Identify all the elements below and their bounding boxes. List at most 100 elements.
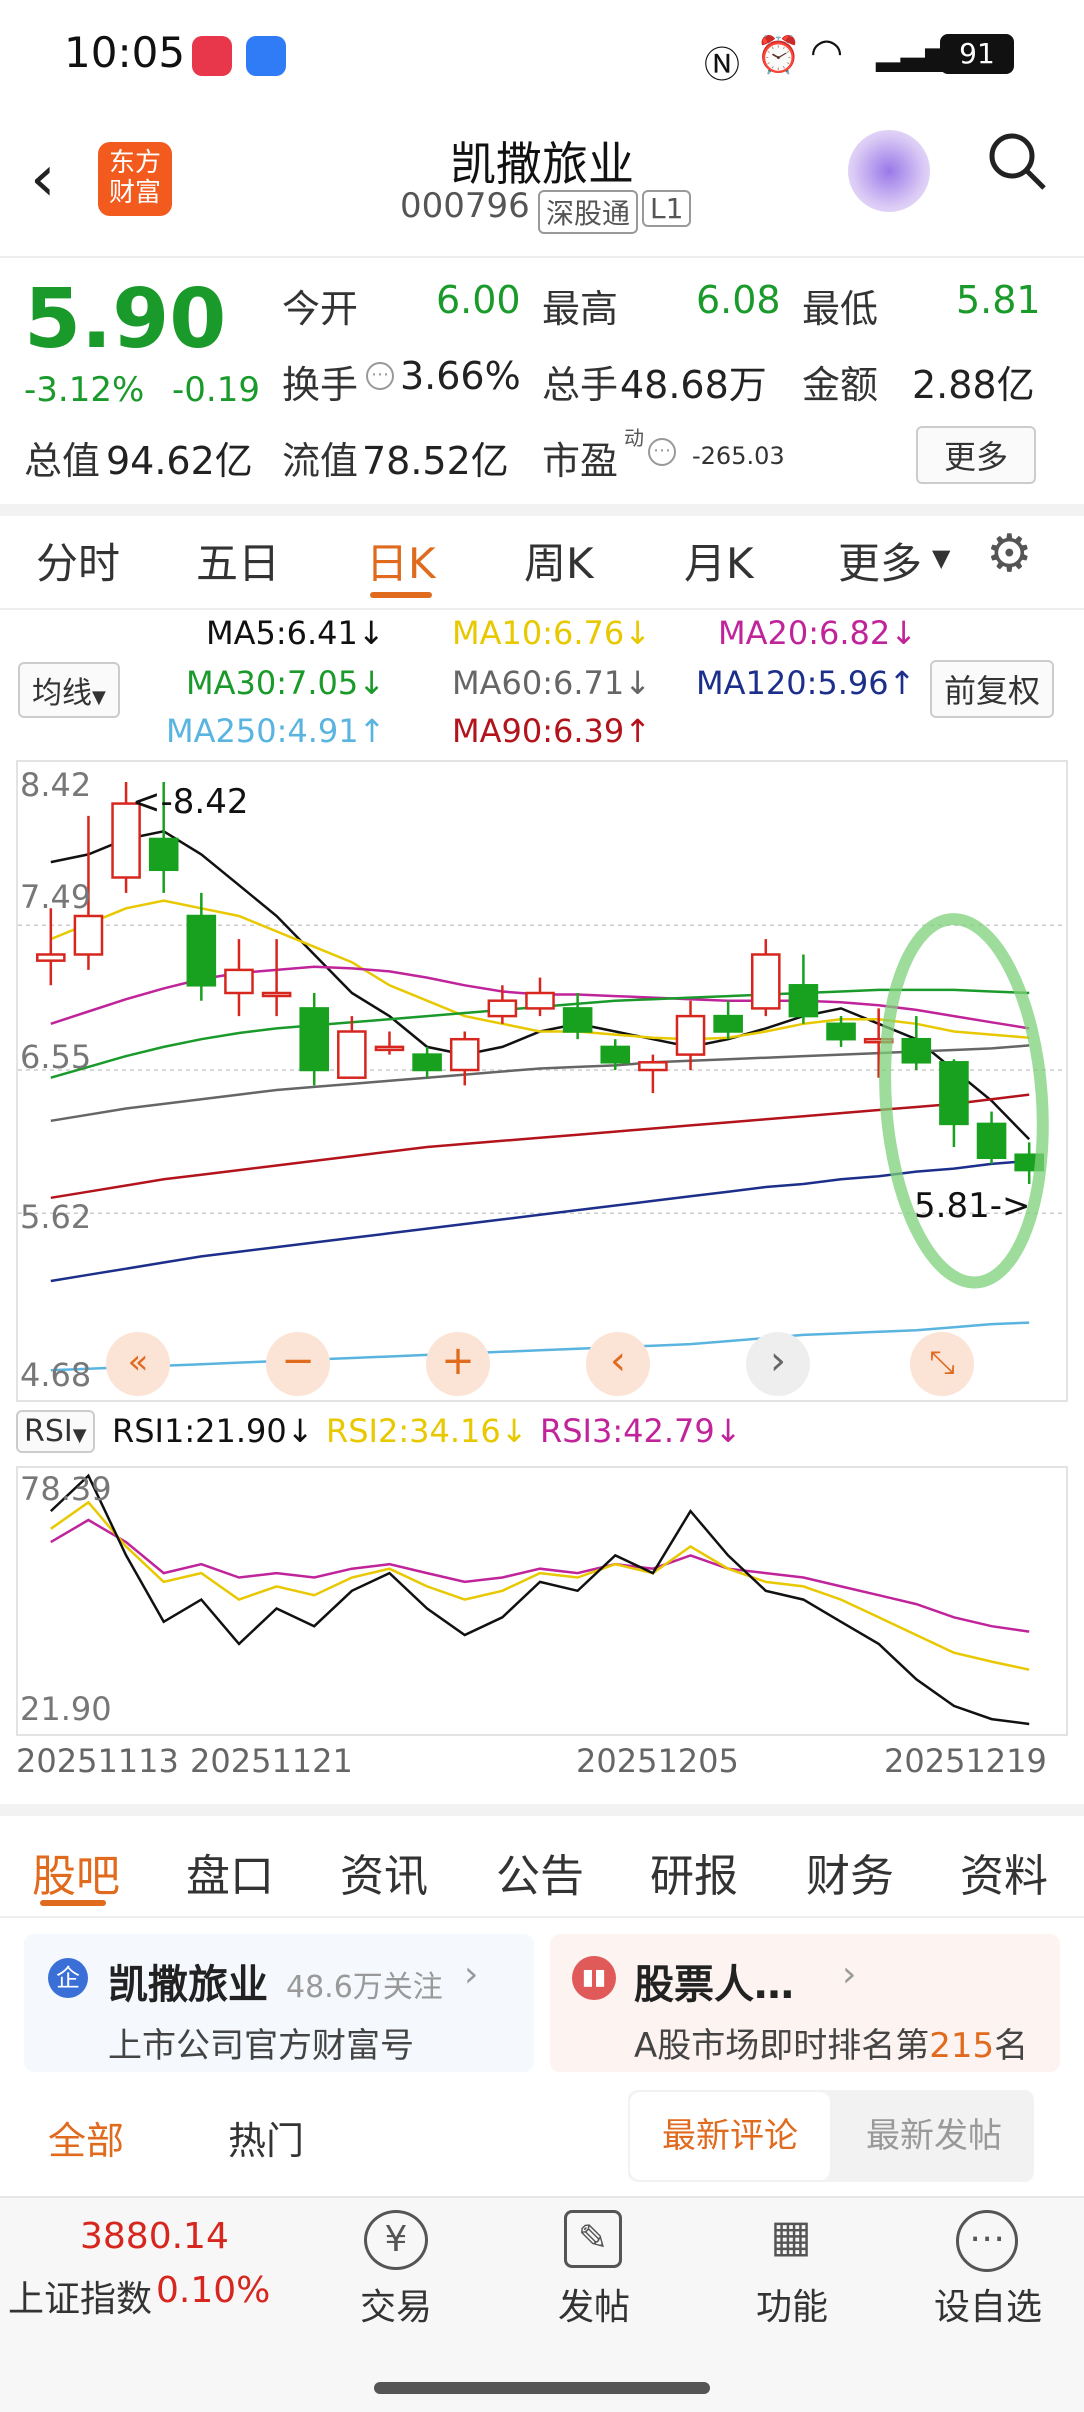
filter-hot[interactable]: 热门 [228, 2110, 304, 2165]
quote-block: 5.90 -3.12% -0.19 今开 6.00 最高 6.08 最低 5.8… [0, 258, 1084, 504]
stock-name: 凯撒旅业 [450, 137, 634, 191]
tab-research[interactable]: 研报 [650, 1840, 738, 1904]
rsi-select[interactable]: RSI▼ [16, 1410, 95, 1453]
tab-more[interactable]: 更多 [838, 530, 922, 591]
kline-plot [18, 782, 1066, 1372]
fullscreen-icon[interactable]: ⤡ [910, 1332, 974, 1396]
volume-label: 总手 [542, 363, 619, 407]
date-label: 20251121 [190, 1742, 353, 1780]
add-watchlist-icon[interactable]: ⋯ [956, 2210, 1018, 2272]
official-subtitle: 上市公司官方财富号 [108, 2026, 414, 2066]
adjust-button[interactable]: 前复权 [930, 660, 1055, 718]
filter-all[interactable]: 全部 [48, 2110, 124, 2165]
candle-body [487, 999, 518, 1018]
app-gallery-icon [192, 36, 232, 76]
rsi-legend: RSI▼ RSI1:21.90↓ RSI2:34.16↓ RSI3:42.79↓ [0, 1408, 1084, 1462]
more-button[interactable]: 更多 [916, 426, 1036, 484]
divider [0, 1916, 1084, 1918]
tab-profile[interactable]: 资料 [960, 1840, 1048, 1904]
index-change: 0.10% [156, 2270, 271, 2311]
pe-info-icon[interactable]: ⋯ [648, 438, 676, 466]
rsi-select-label: RSI [24, 1414, 73, 1449]
tab-daily-k[interactable]: 日K [366, 530, 436, 591]
high-marker: <-8.42 [132, 782, 249, 822]
nfc-icon: Ⓝ [704, 45, 741, 86]
tab-financials[interactable]: 财务 [806, 1840, 894, 1904]
date-label: 20251113 [16, 1742, 179, 1780]
rsi2-line [50, 1500, 1030, 1671]
last-price: 5.90 [24, 272, 227, 367]
trade-icon[interactable]: ¥ [364, 2210, 428, 2270]
filter-row: 全部 热门 最新评论 最新发帖 [0, 2090, 1084, 2190]
ma120-label: MA120:5.96↑ [696, 664, 916, 702]
mcap-value: 94.62亿 [106, 439, 253, 483]
scroll-left-icon[interactable]: ‹ [586, 1332, 650, 1396]
chevron-right-icon: › [842, 1954, 857, 1995]
scroll-right-icon[interactable]: › [746, 1332, 810, 1396]
ranking-prefix: A股市场即时排名第 [634, 2026, 930, 2066]
sort-latest-comment[interactable]: 最新评论 [630, 2092, 830, 2180]
function-icon[interactable]: ▦ [762, 2210, 820, 2268]
date-label: 20251205 [576, 1742, 739, 1780]
date-axis: 20251113 20251121 20251205 20251219 [0, 1740, 1084, 1790]
status-bar: 10:05 Ⓝ ⏰ ◠ ▂▃▅▇ 91 [0, 0, 1084, 110]
candle-body [826, 1022, 856, 1041]
candle-body [939, 1061, 969, 1126]
add-watchlist-label[interactable]: 设自选 [908, 2278, 1068, 2330]
settings-icon[interactable]: ⚙ [986, 524, 1033, 584]
ma60-label: MA60:6.71↓ [452, 664, 652, 702]
caret-icon: ▼ [92, 687, 106, 708]
volume-value: 48.68万 [620, 363, 767, 407]
open-value: 6.00 [436, 278, 521, 322]
candle-body [299, 1007, 330, 1072]
post-label[interactable]: 发帖 [514, 2278, 674, 2330]
tab-weekly-k[interactable]: 周K [524, 530, 594, 591]
candle-body [412, 1053, 442, 1072]
tab-forum[interactable]: 股吧 [32, 1840, 120, 1904]
post-icon[interactable]: ✎ [564, 2210, 622, 2268]
rsi-top-label: 78.39 [20, 1470, 112, 1508]
mcap-label: 总值 [24, 439, 101, 483]
candle-body [148, 837, 179, 872]
function-label[interactable]: 功能 [712, 2278, 872, 2330]
zoom-out-icon[interactable]: − [266, 1332, 330, 1396]
candle-body [750, 953, 781, 1010]
info-icon[interactable]: ⋯ [366, 362, 394, 390]
turnover-label: 换手 [282, 363, 359, 407]
high-value: 6.08 [696, 278, 781, 322]
float-value: 78.52亿 [362, 439, 509, 483]
tab-orderbook[interactable]: 盘口 [186, 1840, 274, 1904]
index-value[interactable]: 3880.14 [80, 2216, 229, 2257]
scroll-left-fast-icon[interactable]: « [106, 1332, 170, 1396]
zoom-in-icon[interactable]: + [426, 1332, 490, 1396]
amount-label: 金额 [802, 363, 879, 407]
tab-timeshare[interactable]: 分时 [36, 530, 120, 591]
tab-announcements[interactable]: 公告 [496, 1840, 584, 1904]
stock-code: 000796 [400, 186, 530, 226]
kline-chart[interactable]: 8.42 7.49 6.55 5.62 4.68 <-8.42 5.81-> «… [16, 760, 1068, 1402]
tab-monthly-k[interactable]: 月K [684, 530, 754, 591]
trade-label[interactable]: 交易 [316, 2278, 476, 2330]
ranking-card[interactable]: ▮▮ 股票人… › A股市场即时排名第215名 [550, 1934, 1060, 2072]
tab-five-day[interactable]: 五日 [196, 530, 280, 591]
line-select-label: 均线 [32, 676, 92, 711]
ma30-label: MA30:7.05↓ [186, 664, 386, 702]
ranking-suffix: 名 [994, 2026, 1029, 2066]
company-badge-icon: 企 [48, 1958, 88, 1998]
tab-news[interactable]: 资讯 [340, 1840, 428, 1904]
divider [0, 1804, 1084, 1816]
official-account-card[interactable]: 企 凯撒旅业 48.6万关注 › 上市公司官方财富号 [24, 1934, 534, 2072]
rsi-chart[interactable]: 78.39 21.90 [16, 1466, 1068, 1736]
ma5-label: MA5:6.41↓ [206, 614, 385, 652]
pe-label: 市盈 [542, 439, 619, 483]
candle-body [449, 1037, 480, 1072]
float-label: 流值 [282, 439, 359, 483]
candle-body [901, 1037, 932, 1064]
index-name[interactable]: 上证指数 [8, 2270, 152, 2322]
sort-latest-post[interactable]: 最新发帖 [836, 2092, 1032, 2180]
change-value: -0.19 [172, 370, 260, 410]
battery-icon: 91 [940, 34, 1014, 74]
line-select[interactable]: 均线▼ [18, 662, 120, 718]
candle-body [788, 984, 819, 1018]
low-marker: 5.81-> [914, 1186, 1031, 1226]
